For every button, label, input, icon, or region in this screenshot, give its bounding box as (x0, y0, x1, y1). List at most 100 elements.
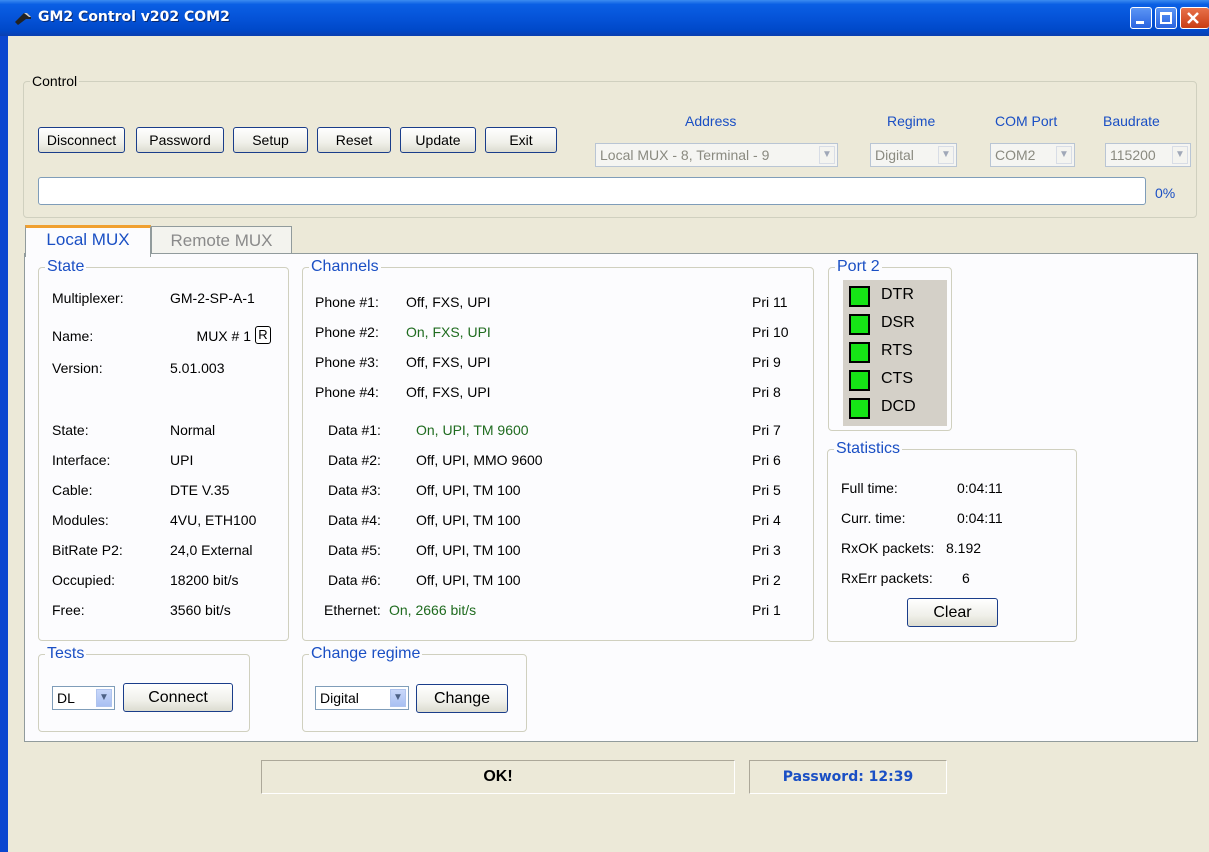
channel-label: Data #3: (328, 482, 381, 498)
window-border (0, 36, 8, 852)
regime-select[interactable]: Digital ▼ (870, 143, 957, 167)
baudrate-label: Baudrate (1103, 113, 1160, 129)
com-port-label: COM Port (995, 113, 1058, 129)
channel-label: Phone #2: (315, 324, 379, 340)
channel-label: Ethernet: (324, 602, 381, 618)
address-value: Local MUX - 8, Terminal - 9 (600, 147, 770, 163)
led-indicator-rts (849, 342, 870, 363)
address-select[interactable]: Local MUX - 8, Terminal - 9 ▼ (595, 143, 838, 167)
setup-button[interactable]: Setup (233, 127, 308, 153)
statistics-legend: Statistics (836, 440, 901, 457)
curr-time-label: Curr. time: (841, 510, 906, 526)
reset-button[interactable]: Reset (317, 127, 391, 153)
state-row-value: MUX # 1 (196, 328, 251, 344)
signal-label: DSR (881, 314, 915, 331)
status-message: OK! (261, 760, 735, 794)
channel-priority: Pri 1 (752, 602, 781, 618)
tests-legend: Tests (47, 645, 85, 662)
test-select-value: DL (57, 690, 75, 706)
regime-value: Digital (875, 147, 914, 163)
full-time-value: 0:04:11 (957, 480, 1003, 496)
state-legend: State (47, 258, 85, 275)
regime-change-select[interactable]: Digital ▼ (315, 686, 409, 710)
curr-time-value: 0:04:11 (957, 510, 1003, 526)
rxerr-value: 6 (962, 570, 970, 586)
chevron-down-icon: ▼ (96, 689, 112, 707)
progress-text: 0% (1155, 185, 1176, 201)
channel-status: On, FXS, UPI (406, 324, 491, 340)
port2-legend: Port 2 (837, 258, 880, 275)
app-icon (15, 13, 31, 25)
clear-button[interactable]: Clear (907, 598, 998, 627)
state-row-value: 24,0 External (170, 542, 253, 558)
channel-status: Off, UPI, TM 100 (416, 482, 521, 498)
state-row-label: Interface: (52, 452, 111, 468)
state-row-label: Name: (52, 328, 94, 344)
channel-priority: Pri 3 (752, 542, 781, 558)
signal-label: RTS (881, 342, 913, 359)
channel-status: Off, UPI, TM 100 (416, 512, 521, 528)
rxok-label: RxOK packets: (841, 540, 935, 556)
chevron-down-icon: ▼ (938, 146, 954, 164)
led-indicator-cts (849, 370, 870, 391)
app-window: GM2 Control v202 COM2 Control Disconnect… (0, 0, 1209, 852)
channel-status: Off, FXS, UPI (406, 384, 491, 400)
change-regime-legend: Change regime (311, 645, 421, 662)
minimize-button[interactable] (1130, 7, 1152, 29)
state-row-label: Cable: (52, 482, 93, 498)
state-row-label: Version: (52, 360, 103, 376)
channel-label: Data #4: (328, 512, 381, 528)
state-row-label: Occupied: (52, 572, 116, 588)
state-row-label: State: (52, 422, 89, 438)
close-button[interactable] (1180, 7, 1209, 29)
state-row-value: 5.01.003 (170, 360, 225, 376)
channel-priority: Pri 7 (752, 422, 781, 438)
update-button[interactable]: Update (400, 127, 476, 153)
channel-priority: Pri 9 (752, 354, 781, 370)
channel-priority: Pri 5 (752, 482, 781, 498)
chevron-down-icon: ▼ (390, 689, 406, 707)
com-port-select[interactable]: COM2 ▼ (990, 143, 1075, 167)
channels-legend: Channels (311, 258, 379, 275)
led-indicator-dsr (849, 314, 870, 335)
channel-priority: Pri 4 (752, 512, 781, 528)
tab-local-mux[interactable]: Local MUX (25, 225, 151, 257)
state-row-label: Free: (52, 602, 85, 618)
maximize-button[interactable] (1155, 7, 1177, 29)
state-row-value: 4VU, ETH100 (170, 512, 257, 528)
state-row-label: Multiplexer: (52, 290, 124, 306)
channel-label: Phone #3: (315, 354, 379, 370)
baudrate-select[interactable]: 115200 ▼ (1105, 143, 1191, 167)
chevron-down-icon: ▼ (819, 146, 835, 164)
tab-remote-mux[interactable]: Remote MUX (151, 226, 292, 254)
channel-status: Off, UPI, TM 100 (416, 542, 521, 558)
signal-label: CTS (881, 370, 913, 387)
com-port-value: COM2 (995, 147, 1036, 163)
signal-label: DTR (881, 286, 914, 303)
channel-label: Data #6: (328, 572, 381, 588)
title-bar[interactable]: GM2 Control v202 COM2 (0, 0, 1209, 36)
close-icon (1187, 12, 1199, 24)
test-select[interactable]: DL ▼ (52, 686, 115, 710)
channel-status: Off, UPI, TM 100 (416, 572, 521, 588)
state-row-label: BitRate P2: (52, 542, 123, 558)
connect-button[interactable]: Connect (123, 683, 233, 712)
rxerr-label: RxErr packets: (841, 570, 933, 586)
full-time-label: Full time: (841, 480, 898, 496)
channel-label: Phone #1: (315, 294, 379, 310)
state-row-value: DTE V.35 (170, 482, 230, 498)
rxok-value: 8.192 (946, 540, 982, 556)
baudrate-value: 115200 (1110, 147, 1156, 163)
password-timer: Password: 12:39 (749, 760, 947, 794)
channel-label: Phone #4: (315, 384, 379, 400)
disconnect-button[interactable]: Disconnect (38, 127, 125, 153)
chevron-down-icon: ▼ (1172, 146, 1188, 164)
exit-button[interactable]: Exit (485, 127, 557, 153)
change-button[interactable]: Change (416, 684, 508, 713)
progress-bar (38, 177, 1146, 205)
state-row-value: Normal (170, 422, 216, 438)
channel-status: Off, UPI, MMO 9600 (416, 452, 543, 468)
rename-button[interactable]: R (255, 326, 271, 344)
password-button[interactable]: Password (136, 127, 224, 153)
regime-change-value: Digital (320, 690, 359, 706)
